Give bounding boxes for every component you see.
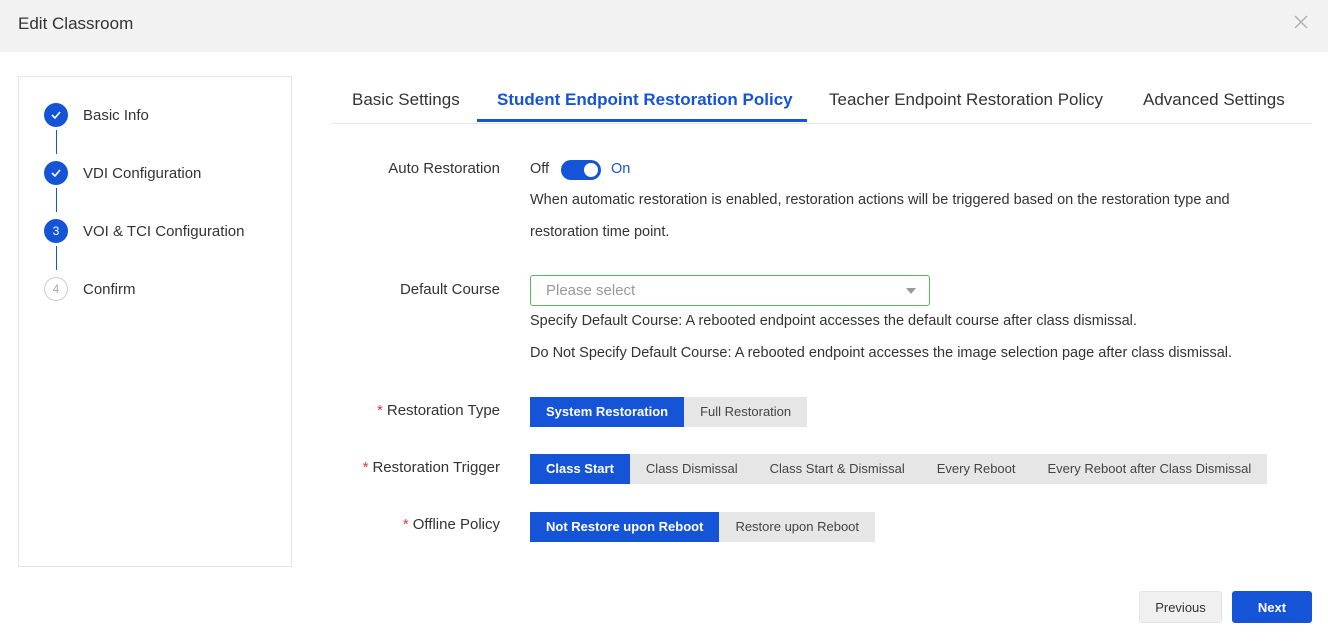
auto-restoration-help-1: When automatic restoration is enabled, r… — [530, 192, 1230, 208]
step-voi-tci-configuration[interactable]: 3 VOI & TCI Configuration — [44, 217, 244, 245]
step-basic-info[interactable]: Basic Info — [44, 101, 149, 129]
step-connector — [56, 188, 57, 212]
policy-tabs: Basic Settings Student Endpoint Restorat… — [332, 76, 1312, 124]
option-class-start[interactable]: Class Start — [530, 454, 630, 484]
check-icon — [44, 161, 68, 185]
option-restore-upon-reboot[interactable]: Restore upon Reboot — [719, 512, 876, 542]
step-label: Confirm — [83, 280, 136, 298]
restoration-type-selector: System Restoration Full Restoration — [530, 397, 808, 427]
tab-student-endpoint-restoration-policy[interactable]: Student Endpoint Restoration Policy — [497, 90, 793, 110]
previous-button[interactable]: Previous — [1139, 591, 1222, 623]
step-vdi-configuration[interactable]: VDI Configuration — [44, 159, 201, 187]
tab-advanced-settings[interactable]: Advanced Settings — [1143, 90, 1285, 110]
active-tab-indicator — [477, 119, 807, 122]
restoration-trigger-selector: Class Start Class Dismissal Class Start … — [530, 454, 1268, 484]
required-mark: * — [362, 459, 369, 476]
step-label: VDI Configuration — [83, 164, 202, 182]
tab-teacher-endpoint-restoration-policy[interactable]: Teacher Endpoint Restoration Policy — [829, 90, 1103, 110]
option-not-restore-upon-reboot[interactable]: Not Restore upon Reboot — [530, 512, 720, 542]
step-connector — [56, 246, 57, 270]
dialog-title: Edit Classroom — [18, 14, 134, 33]
field-label-text: Restoration Trigger — [372, 459, 500, 476]
default-course-label: Default Course — [399, 281, 500, 298]
wizard-stepper: Basic Info VDI Configuration 3 VOI & TCI… — [18, 76, 292, 567]
auto-restoration-label: Auto Restoration — [388, 160, 500, 177]
option-class-start-dismissal[interactable]: Class Start & Dismissal — [753, 454, 921, 484]
option-class-dismissal[interactable]: Class Dismissal — [629, 454, 754, 484]
offline-policy-label: * Offline Policy — [200, 516, 500, 533]
check-icon — [44, 103, 68, 127]
close-icon[interactable] — [1292, 13, 1310, 31]
restoration-type-label: * Restoration Type — [200, 402, 500, 419]
step-label: VOI & TCI Configuration — [83, 222, 245, 240]
default-course-help-2: Do Not Specify Default Course: A reboote… — [530, 345, 1233, 361]
dialog-header: Edit Classroom — [0, 0, 1328, 52]
step-label: Basic Info — [83, 106, 149, 124]
required-mark: * — [402, 516, 409, 533]
switch-knob — [584, 163, 598, 177]
field-label-text: Restoration Type — [386, 402, 500, 419]
step-number: 4 — [44, 277, 68, 301]
chevron-down-icon — [906, 288, 916, 294]
option-full-restoration[interactable]: Full Restoration — [684, 397, 808, 427]
step-number: 3 — [44, 219, 68, 243]
default-course-select[interactable]: Please select — [530, 275, 930, 306]
default-course-help-1: Specify Default Course: A rebooted endpo… — [530, 313, 1137, 329]
switch-on-label: On — [611, 161, 631, 177]
step-confirm[interactable]: 4 Confirm — [44, 275, 136, 303]
option-every-reboot[interactable]: Every Reboot — [920, 454, 1032, 484]
step-connector — [56, 130, 57, 154]
field-label-text: Offline Policy — [412, 516, 500, 533]
switch-off-label: Off — [530, 161, 550, 177]
auto-restoration-help-2: restoration time point. — [530, 224, 670, 240]
required-mark: * — [377, 402, 383, 419]
auto-restoration-switch[interactable] — [561, 160, 601, 180]
tab-basic-settings[interactable]: Basic Settings — [352, 90, 460, 110]
offline-policy-selector: Not Restore upon Reboot Restore upon Reb… — [530, 512, 876, 542]
select-placeholder: Please select — [546, 282, 636, 299]
option-every-reboot-after-class-dismissal[interactable]: Every Reboot after Class Dismissal — [1031, 454, 1268, 484]
next-button[interactable]: Next — [1232, 591, 1312, 623]
restoration-trigger-label: * Restoration Trigger — [200, 459, 500, 476]
option-system-restoration[interactable]: System Restoration — [530, 397, 685, 427]
